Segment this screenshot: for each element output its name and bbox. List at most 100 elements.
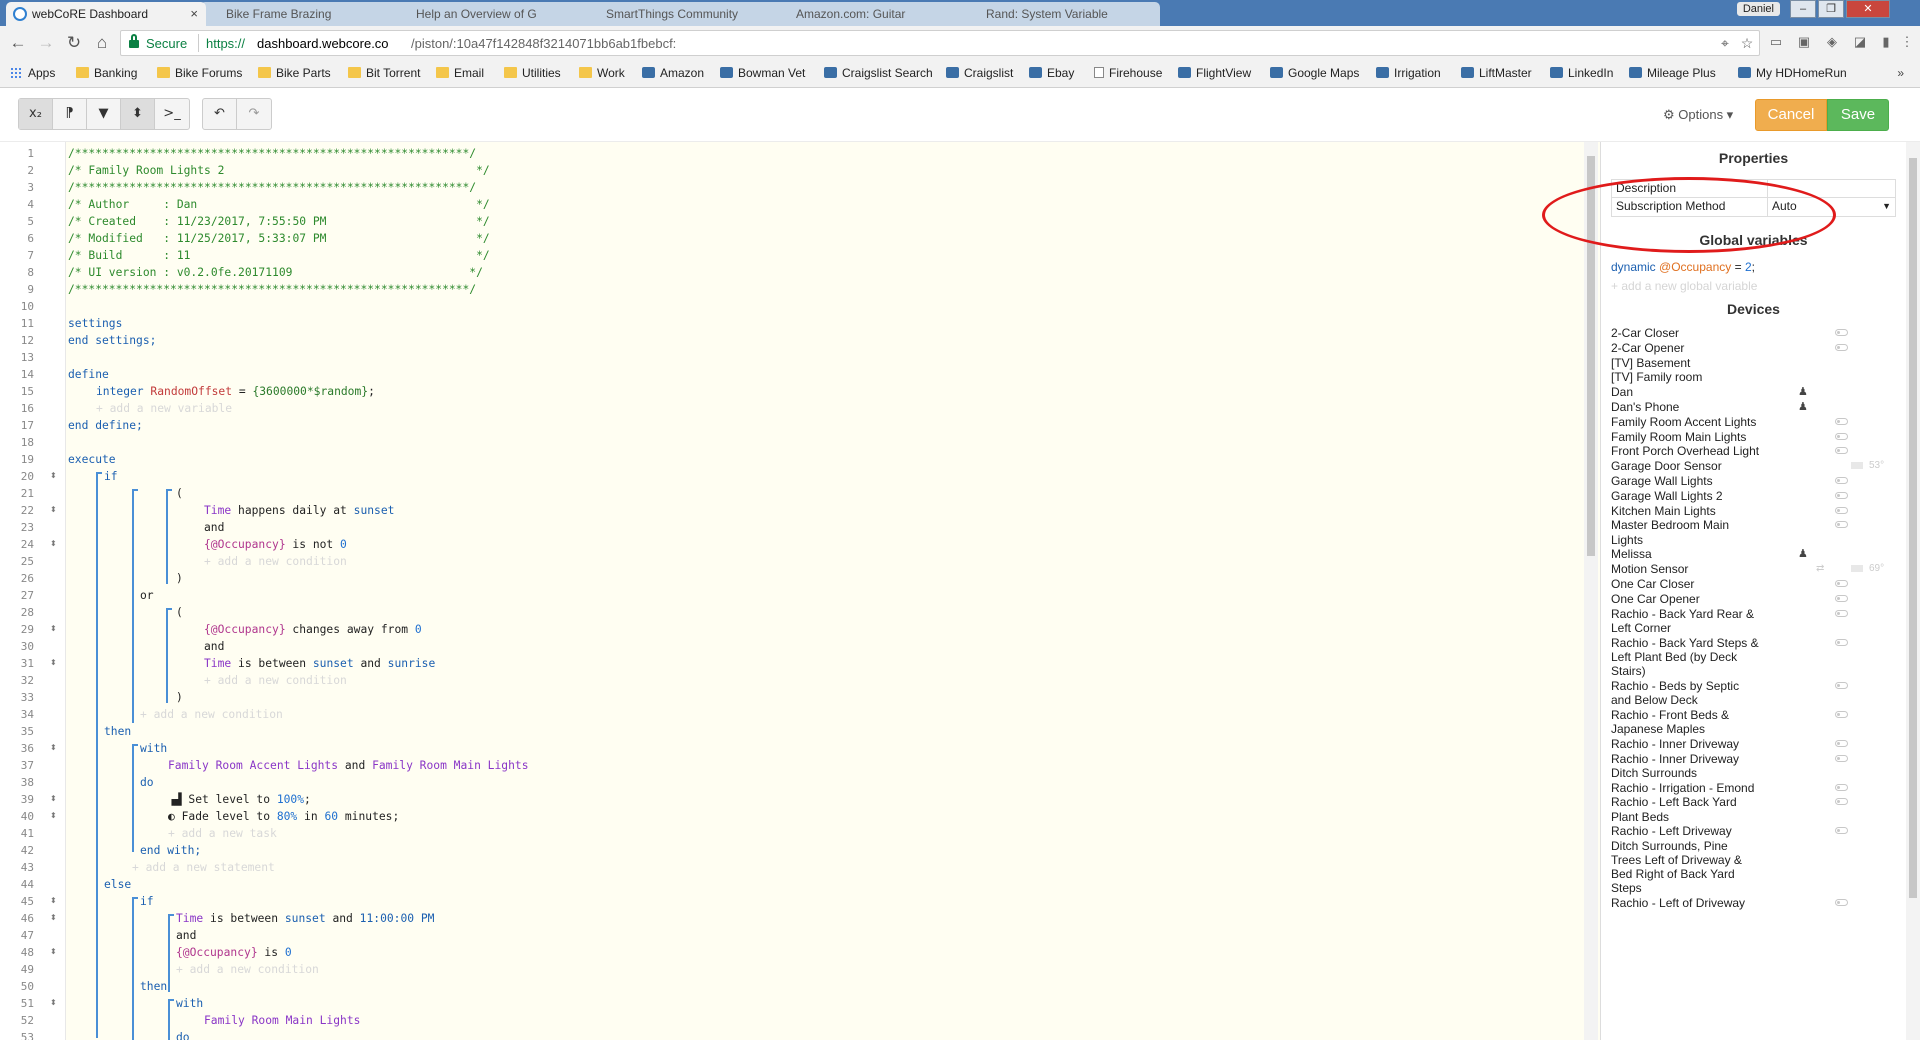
device-item[interactable]: Melissa ♟ <box>1611 547 1901 562</box>
fold-toggle-icon[interactable]: ⬍ <box>50 743 57 752</box>
bookmark-mileage-plus[interactable]: Mileage Plus <box>1629 66 1716 80</box>
device-item[interactable]: [TV] Basement <box>1611 356 1901 371</box>
tab-close-icon[interactable]: × <box>190 6 198 21</box>
add-variable-link[interactable]: + add a new variable <box>96 402 232 415</box>
device-item[interactable]: Dan's Phone ♟ <box>1611 400 1901 415</box>
menu-icon[interactable]: ⋮ <box>1898 33 1916 51</box>
device-item[interactable]: Rachio - Left Driveway Ditch Surrounds, … <box>1611 824 1901 896</box>
condition-occupancy-zero[interactable]: {@Occupancy} is 0 <box>176 946 292 959</box>
device-item[interactable]: Rachio - Irrigation - Emond <box>1611 781 1901 796</box>
if-keyword[interactable]: if <box>104 470 118 483</box>
location-target-icon[interactable]: ⌖ <box>1717 35 1733 51</box>
device-item[interactable]: Master Bedroom Main Lights <box>1611 518 1901 547</box>
bookmark-flightview[interactable]: FlightView <box>1178 66 1251 80</box>
condition-time-sunset[interactable]: Time happens daily at sunset <box>204 504 394 517</box>
piston-code-editor[interactable]: 1 2 3 4 5 6 7 8 9 10 11 12 13 14 15 16 17 18 19 20 ⬍ 21 22 ⬍ 23 2… <box>0 142 1600 1040</box>
bookmark-banking[interactable]: Banking <box>76 66 137 80</box>
forward-arrow-icon[interactable]: → <box>36 33 56 53</box>
device-item[interactable]: Rachio - Left of Driveway <box>1611 896 1901 911</box>
bookmark-google-maps[interactable]: Google Maps <box>1270 66 1359 80</box>
bookmark-firehouse[interactable]: Firehouse <box>1094 66 1162 80</box>
extension-icon[interactable]: ▣ <box>1795 33 1813 51</box>
add-statement-link[interactable]: + add a new statement <box>132 861 275 874</box>
device-item[interactable]: Rachio - Back Yard Rear & Left Corner <box>1611 607 1901 636</box>
device-item[interactable]: [TV] Family room <box>1611 370 1901 385</box>
device-item[interactable]: Motion Sensor ⇄ 69° <box>1611 562 1901 577</box>
or-operator[interactable]: or <box>140 589 154 602</box>
device-item[interactable]: Dan ♟ <box>1611 385 1901 400</box>
extension-2-icon[interactable]: ◈ <box>1823 33 1841 51</box>
tab-2[interactable]: Bike Frame Brazing <box>200 2 400 26</box>
task-fade-level[interactable]: ◐ Fade level to 80% in 60 minutes; <box>168 810 399 823</box>
device-item[interactable]: Rachio - Back Yard Steps & Left Plant Be… <box>1611 636 1901 679</box>
back-arrow-icon[interactable]: ← <box>8 33 28 53</box>
add-condition-link[interactable]: + add a new condition <box>204 555 347 568</box>
bookmark-bit-torrent[interactable]: Bit Torrent <box>348 66 420 80</box>
tab-5[interactable]: Amazon.com: Guitar <box>770 2 970 26</box>
bookmarks-overflow-icon[interactable]: » <box>1897 66 1904 80</box>
subscription-method-select[interactable]: Auto ▼ <box>1768 198 1895 216</box>
define-keyword[interactable]: define <box>68 368 109 381</box>
device-item[interactable]: Kitchen Main Lights <box>1611 504 1901 519</box>
tab-6[interactable]: Rand: System Variable <box>960 2 1160 26</box>
device-item[interactable]: Family Room Main Lights <box>1611 430 1901 445</box>
add-global-variable-link[interactable]: + add a new global variable <box>1611 279 1757 293</box>
window-close-icon[interactable]: ✕ <box>1846 0 1890 18</box>
bookmark-ebay[interactable]: Ebay <box>1029 66 1074 80</box>
add-condition-link[interactable]: + add a new condition <box>204 674 347 687</box>
url-bar[interactable]: Secure https:// dashboard.webcore.co /pi… <box>120 30 1760 56</box>
home-icon[interactable]: ⌂ <box>92 33 112 53</box>
device-item[interactable]: One Car Opener <box>1611 592 1901 607</box>
nested-with-keyword[interactable]: with <box>176 997 203 1010</box>
maximize-icon[interactable]: ❐ <box>1818 0 1844 18</box>
advanced-toggle-button[interactable]: ⁋ <box>53 99 87 129</box>
expand-collapse-button[interactable]: ⬍ <box>121 99 155 129</box>
fold-toggle-icon[interactable]: ⬍ <box>50 624 57 633</box>
fold-toggle-icon[interactable]: ⬍ <box>50 998 57 1007</box>
device-item[interactable]: Rachio - Beds by Septic and Below Deck <box>1611 679 1901 708</box>
tab-webcore-dashboard[interactable]: webCoRE Dashboard × <box>6 2 206 26</box>
fold-toggle-icon[interactable]: ⬍ <box>50 947 57 956</box>
bookmark-linkedin[interactable]: LinkedIn <box>1550 66 1613 80</box>
bookmark-star-icon[interactable]: ☆ <box>1739 35 1755 51</box>
save-button[interactable]: Save <box>1827 99 1889 131</box>
with-keyword[interactable]: with <box>140 742 167 755</box>
options-dropdown[interactable]: ⚙ Options ▾ <box>1663 107 1733 123</box>
device-item[interactable]: One Car Closer <box>1611 577 1901 592</box>
fold-toggle-icon[interactable]: ⬍ <box>50 794 57 803</box>
fold-toggle-icon[interactable]: ⬍ <box>50 913 57 922</box>
device-item[interactable]: Family Room Accent Lights <box>1611 415 1901 430</box>
property-description[interactable]: Description <box>1612 180 1895 198</box>
nested-with-device[interactable]: Family Room Main Lights <box>204 1014 360 1027</box>
bookmark-bowman-vet[interactable]: Bowman Vet <box>720 66 805 80</box>
device-item[interactable]: Rachio - Inner Driveway <box>1611 737 1901 752</box>
condition-occupancy-changes[interactable]: {@Occupancy} changes away from 0 <box>204 623 422 636</box>
bookmark-amazon[interactable]: Amazon <box>642 66 704 80</box>
fold-toggle-icon[interactable]: ⬍ <box>50 896 57 905</box>
device-item[interactable]: Garage Wall Lights <box>1611 474 1901 489</box>
fold-toggle-icon[interactable]: ⬍ <box>50 505 57 514</box>
device-item[interactable]: 2-Car Closer <box>1611 326 1901 341</box>
with-devices[interactable]: Family Room Accent Lights and Family Roo… <box>168 759 529 772</box>
bookmark-irrigation[interactable]: Irrigation <box>1376 66 1441 80</box>
redo-button[interactable]: ↷ <box>237 99 271 129</box>
reload-icon[interactable]: ↻ <box>64 33 84 53</box>
device-item[interactable]: 2-Car Opener <box>1611 341 1901 356</box>
subscript-toggle-button[interactable]: x₂ <box>19 99 53 129</box>
condition-occupancy-not-zero[interactable]: {@Occupancy} is not 0 <box>204 538 347 551</box>
bookmark-work[interactable]: Work <box>579 66 625 80</box>
fold-toggle-icon[interactable]: ⬍ <box>50 658 57 667</box>
description-field[interactable] <box>1768 180 1895 197</box>
fold-toggle-icon[interactable]: ⬍ <box>50 539 57 548</box>
device-item[interactable]: Garage Wall Lights 2 <box>1611 489 1901 504</box>
device-item[interactable]: Rachio - Inner Driveway Ditch Surrounds <box>1611 752 1901 781</box>
tab-4[interactable]: SmartThings Community <box>580 2 780 26</box>
cast-icon[interactable]: ▭ <box>1767 33 1785 51</box>
task-set-level[interactable]: ▗▟ Set level to 100%; <box>168 793 311 806</box>
cancel-button[interactable]: Cancel <box>1755 99 1827 131</box>
global-variable-occupancy[interactable]: dynamic @Occupancy = 2; <box>1611 260 1755 274</box>
undo-button[interactable]: ↶ <box>203 99 237 129</box>
variable-declaration[interactable]: integer RandomOffset = {3600000*$random}… <box>96 385 375 398</box>
condition-time-between[interactable]: Time is between sunset and sunrise <box>204 657 435 670</box>
bookmark-my-hdhomerun[interactable]: My HDHomeRun <box>1738 66 1847 80</box>
